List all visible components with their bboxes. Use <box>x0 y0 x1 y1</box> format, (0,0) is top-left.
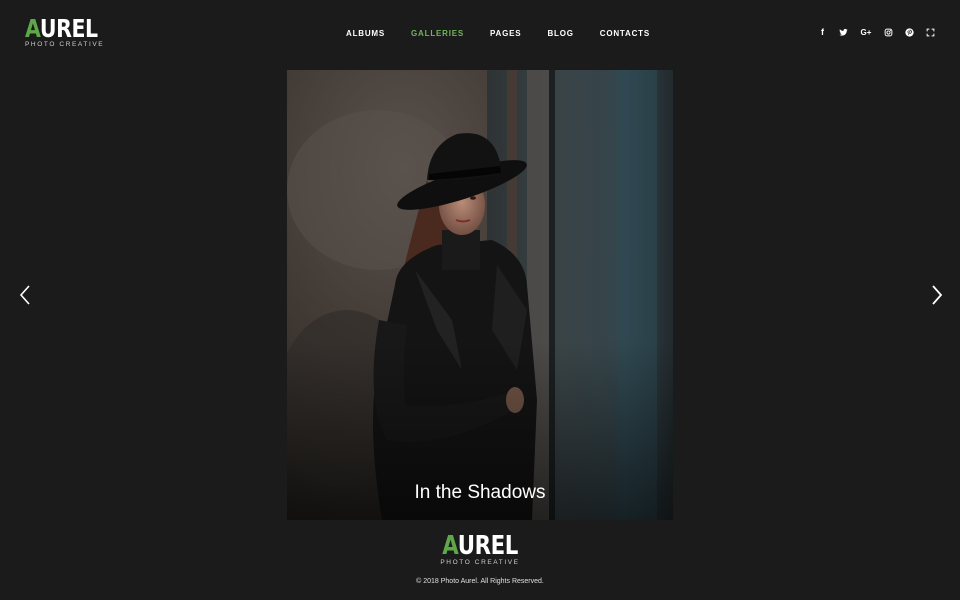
instagram-icon[interactable] <box>883 27 894 38</box>
pinterest-icon[interactable] <box>904 27 915 38</box>
photo-caption: In the Shadows <box>414 482 546 503</box>
logo-text: UREL <box>39 14 98 43</box>
nav-item-albums[interactable]: ALBUMS <box>346 29 385 38</box>
fullscreen-icon[interactable] <box>925 27 936 38</box>
social-links: f G+ <box>817 27 936 38</box>
logo-accent-letter: A <box>25 14 40 43</box>
next-slide-arrow[interactable] <box>929 284 945 306</box>
footer-logo-text: UREL <box>457 531 519 561</box>
footer-logo-accent-letter: A <box>442 531 458 561</box>
nav-item-pages[interactable]: PAGES <box>490 29 521 38</box>
copyright-text: © 2018 Photo Aurel. All Rights Reserved. <box>416 578 544 585</box>
facebook-icon[interactable]: f <box>817 27 828 38</box>
photo-image <box>287 70 673 520</box>
logo-wordmark: AUREL <box>25 16 98 41</box>
site-logo[interactable]: AUREL PHOTO CREATIVE <box>25 16 114 49</box>
nav-item-blog[interactable]: BLOG <box>547 29 573 38</box>
nav-item-contacts[interactable]: CONTACTS <box>600 29 650 38</box>
chevron-right-icon <box>932 285 943 305</box>
main-nav: ALBUMS GALLERIES PAGES BLOG CONTACTS <box>346 29 676 38</box>
previous-slide-arrow[interactable] <box>17 284 33 306</box>
footer-logo-wordmark: AUREL <box>442 533 518 559</box>
nav-item-galleries[interactable]: GALLERIES <box>411 29 464 38</box>
chevron-left-icon <box>19 285 30 305</box>
gallery-photo[interactable]: In the Shadows <box>287 70 673 520</box>
twitter-icon[interactable] <box>838 27 849 38</box>
google-plus-icon[interactable]: G+ <box>859 27 873 38</box>
footer-logo[interactable]: AUREL PHOTO CREATIVE <box>0 533 960 567</box>
